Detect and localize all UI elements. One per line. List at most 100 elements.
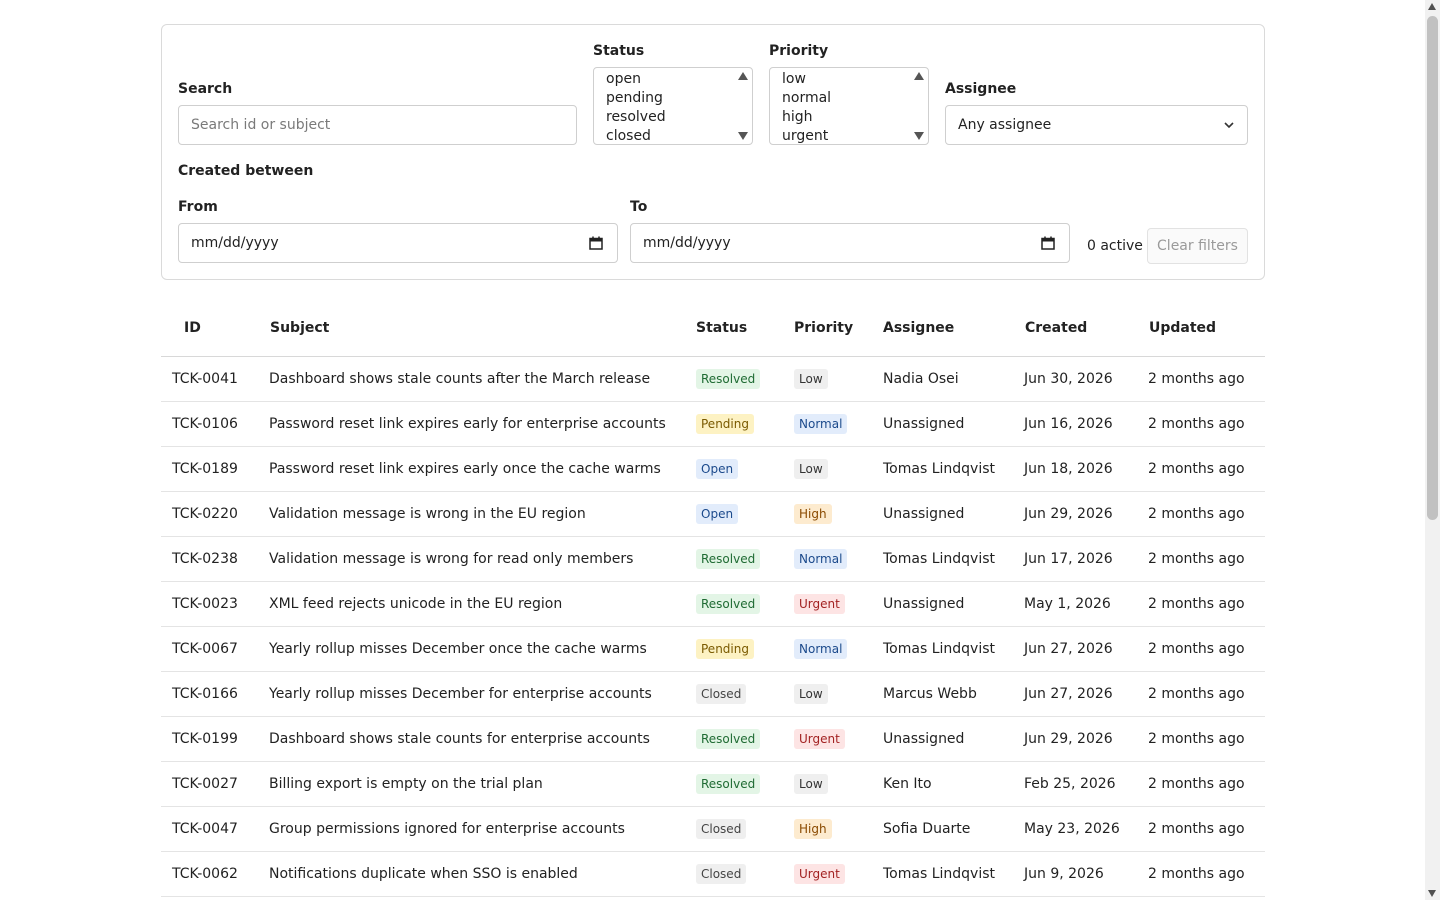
from-date-value: mm/dd/yyyy bbox=[191, 235, 279, 251]
scrollbar-thumb[interactable] bbox=[1427, 16, 1438, 520]
status-cell: Pending bbox=[684, 401, 782, 447]
cell-id: TCK-0199 bbox=[161, 716, 258, 762]
cell-created: Jun 18, 2026 bbox=[1013, 446, 1137, 492]
table-row[interactable]: TCK-0067 Yearly rollup misses December on… bbox=[161, 626, 1265, 672]
cell-updated: 2 months ago bbox=[1137, 761, 1265, 807]
priority-option-high[interactable]: high bbox=[782, 108, 813, 127]
priority-option-normal[interactable]: normal bbox=[782, 89, 831, 108]
priority-badge: Low bbox=[794, 368, 828, 389]
cell-updated: 2 months ago bbox=[1137, 851, 1265, 897]
scroll-up-arrow-icon[interactable] bbox=[914, 72, 924, 80]
assignee-selected-value: Any assignee bbox=[958, 117, 1052, 133]
table-row[interactable]: TCK-0106 Password reset link expires earl… bbox=[161, 401, 1265, 447]
column-header-updated[interactable]: Updated bbox=[1137, 300, 1265, 357]
status-badge: Open bbox=[696, 503, 739, 524]
tickets-table: ID Subject Status Priority Assignee Crea… bbox=[161, 300, 1265, 897]
cell-assignee: Tomas Lindqvist bbox=[871, 851, 1013, 897]
priority-badge: Low bbox=[794, 683, 828, 704]
cell-id: TCK-0106 bbox=[161, 401, 258, 447]
cell-id: TCK-0189 bbox=[161, 446, 258, 492]
priority-cell: Low bbox=[782, 761, 871, 807]
priority-cell: Normal bbox=[782, 401, 871, 447]
cell-updated: 2 months ago bbox=[1137, 491, 1265, 537]
cell-created: Jun 27, 2026 bbox=[1013, 626, 1137, 672]
status-badge: Open bbox=[696, 458, 739, 479]
table-row[interactable]: TCK-0023 XML feed rejects unicode in the … bbox=[161, 581, 1265, 627]
cell-subject: Yearly rollup misses December once the c… bbox=[258, 626, 684, 672]
to-date-input[interactable]: mm/dd/yyyy bbox=[630, 223, 1070, 263]
column-header-created[interactable]: Created bbox=[1013, 300, 1137, 357]
cell-subject: Password reset link expires early for en… bbox=[258, 401, 684, 447]
scroll-down-arrow-icon[interactable] bbox=[1428, 890, 1436, 897]
column-header-priority[interactable]: Priority bbox=[782, 300, 871, 357]
cell-id: TCK-0027 bbox=[161, 761, 258, 807]
cell-subject: Dashboard shows stale counts after the M… bbox=[258, 356, 684, 402]
table-row[interactable]: TCK-0220 Validation message is wrong in t… bbox=[161, 491, 1265, 537]
cell-created: Jun 16, 2026 bbox=[1013, 401, 1137, 447]
priority-option-low[interactable]: low bbox=[782, 70, 806, 89]
status-badge: Resolved bbox=[696, 773, 761, 794]
cell-assignee: Unassigned bbox=[871, 401, 1013, 447]
clear-filters-button[interactable]: Clear filters bbox=[1147, 228, 1248, 264]
column-header-assignee[interactable]: Assignee bbox=[871, 300, 1013, 357]
scroll-up-arrow-icon[interactable] bbox=[738, 72, 748, 80]
priority-badge: Normal bbox=[794, 638, 848, 659]
cell-assignee: Ken Ito bbox=[871, 761, 1013, 807]
cell-created: Jun 17, 2026 bbox=[1013, 536, 1137, 582]
table-header-row: ID Subject Status Priority Assignee Crea… bbox=[161, 300, 1265, 357]
table-row[interactable]: TCK-0199 Dashboard shows stale counts for… bbox=[161, 716, 1265, 762]
cell-updated: 2 months ago bbox=[1137, 356, 1265, 402]
table-row[interactable]: TCK-0062 Notifications duplicate when SSO… bbox=[161, 851, 1265, 897]
status-badge: Pending bbox=[696, 638, 754, 659]
assignee-select[interactable]: Any assignee bbox=[945, 105, 1248, 145]
priority-badge: Urgent bbox=[794, 863, 845, 884]
status-cell: Resolved bbox=[684, 536, 782, 582]
cell-assignee: Tomas Lindqvist bbox=[871, 626, 1013, 672]
column-header-id[interactable]: ID bbox=[161, 300, 258, 357]
status-option-pending[interactable]: pending bbox=[606, 89, 663, 108]
priority-option-urgent[interactable]: urgent bbox=[782, 127, 828, 144]
status-option-open[interactable]: open bbox=[606, 70, 641, 89]
priority-listbox-scrollbar[interactable] bbox=[912, 68, 928, 144]
priority-badge: Low bbox=[794, 458, 828, 479]
calendar-icon[interactable] bbox=[1041, 236, 1055, 250]
status-label: Status bbox=[593, 43, 645, 59]
cell-id: TCK-0220 bbox=[161, 491, 258, 537]
status-badge: Resolved bbox=[696, 368, 761, 389]
priority-multiselect[interactable]: low normal high urgent bbox=[769, 67, 929, 145]
cell-subject: Password reset link expires early once t… bbox=[258, 446, 684, 492]
cell-updated: 2 months ago bbox=[1137, 536, 1265, 582]
priority-cell: High bbox=[782, 491, 871, 537]
to-label: To bbox=[630, 199, 648, 215]
table-row[interactable]: TCK-0238 Validation message is wrong for … bbox=[161, 536, 1265, 582]
page-scrollbar[interactable] bbox=[1425, 0, 1440, 900]
table-row[interactable]: TCK-0166 Yearly rollup misses December fo… bbox=[161, 671, 1265, 717]
priority-cell: High bbox=[782, 806, 871, 852]
table-row[interactable]: TCK-0189 Password reset link expires earl… bbox=[161, 446, 1265, 492]
priority-badge: Low bbox=[794, 773, 828, 794]
status-multiselect[interactable]: open pending resolved closed bbox=[593, 67, 753, 145]
active-filter-count: 0 active bbox=[1087, 238, 1143, 254]
status-badge: Resolved bbox=[696, 548, 761, 569]
search-input[interactable]: Search id or subject bbox=[178, 105, 577, 145]
cell-updated: 2 months ago bbox=[1137, 581, 1265, 627]
from-date-input[interactable]: mm/dd/yyyy bbox=[178, 223, 618, 263]
cell-id: TCK-0166 bbox=[161, 671, 258, 717]
status-listbox-scrollbar[interactable] bbox=[736, 68, 752, 144]
table-row[interactable]: TCK-0041 Dashboard shows stale counts aft… bbox=[161, 356, 1265, 402]
status-cell: Pending bbox=[684, 626, 782, 672]
cell-assignee: Tomas Lindqvist bbox=[871, 536, 1013, 582]
priority-cell: Low bbox=[782, 671, 871, 717]
calendar-icon[interactable] bbox=[589, 236, 603, 250]
table-row[interactable]: TCK-0027 Billing export is empty on the t… bbox=[161, 761, 1265, 807]
scroll-down-arrow-icon[interactable] bbox=[738, 132, 748, 140]
table-row[interactable]: TCK-0047 Group permissions ignored for en… bbox=[161, 806, 1265, 852]
status-option-resolved[interactable]: resolved bbox=[606, 108, 666, 127]
scroll-down-arrow-icon[interactable] bbox=[914, 132, 924, 140]
column-header-status[interactable]: Status bbox=[684, 300, 782, 357]
column-header-subject[interactable]: Subject bbox=[258, 300, 684, 357]
status-badge: Closed bbox=[696, 683, 747, 704]
scroll-up-arrow-icon[interactable] bbox=[1428, 3, 1436, 10]
cell-assignee: Tomas Lindqvist bbox=[871, 446, 1013, 492]
status-option-closed[interactable]: closed bbox=[606, 127, 651, 144]
